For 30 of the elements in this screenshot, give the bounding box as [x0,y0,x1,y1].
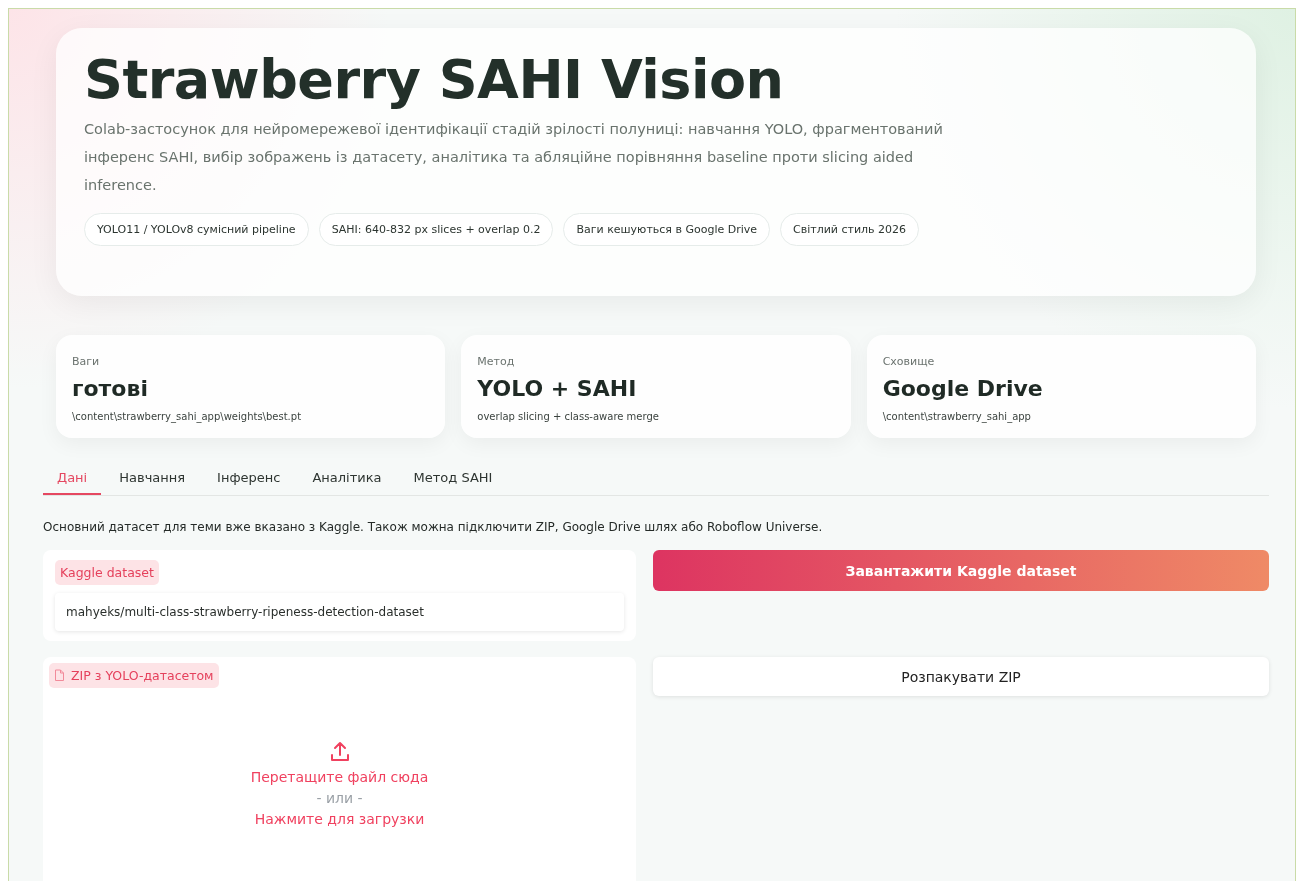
stat-value: готові [72,376,149,401]
stat-value: Google Drive [882,376,1044,401]
or-text: - или - [316,790,363,806]
feature-chip: Світлий стиль 2026 [780,213,920,247]
tab[interactable]: Інференс [203,466,295,495]
field-label: Kaggle dataset [55,560,159,585]
tab[interactable]: Метод SAHI [399,466,507,495]
stat-detail: \content\strawberry_sahi_app\weights\best.pt [72,411,303,422]
app-description: Colab-застосунок для нейромережевої ідентифікації стадій зрілості полуниці: навчання YOLO, фрагментований інференс SAHI, вибір зображень із датасету, аналітика та абляційне порівняння baseline проти slicing aided inference. [84,120,944,196]
stat-label: Ваги [72,355,101,368]
drop-zone[interactable]: Перетащите файл сюда - или - Нажмите для загрузки [49,740,630,827]
tab[interactable]: Аналітика [298,466,396,495]
intro-text: Основний датасет для теми вже вказано з Kaggle. Також можна підключити ZIP, Google Drive шлях або Roboflow Universe. [43,520,824,534]
input-field[interactable]: mahyeks/multi-class-strawberry-ripeness-detection-dataset [55,593,624,631]
label-text: ZIP з YOLO-датасетом [71,668,214,683]
tab[interactable]: Дані [43,466,102,495]
stat-label: Сховище [882,355,936,368]
stat-detail: \content\strawberry_sahi_app [882,411,1032,422]
app-title: Strawberry SAHI Vision [84,50,785,110]
feature-chip: Ваги кешуються в Google Drive [563,213,771,247]
drop-text: Перетащите файл сюда [250,769,429,785]
unzip-button[interactable]: Розпакувати ZIP [653,657,1269,696]
stat-label: Метод [477,355,516,368]
stat-value: YOLO + SAHI [477,376,638,401]
click-text: Нажмите для загрузки [254,811,425,827]
tab[interactable]: Навчання [105,466,200,495]
file-icon [54,669,65,682]
feature-chip: SAHI: 640-832 px slices + overlap 0.2 [318,213,554,247]
feature-chip: YOLO11 / YOLOv8 сумісний pipeline [84,213,309,247]
stat-detail: overlap slicing + class-aware merge [477,411,660,422]
